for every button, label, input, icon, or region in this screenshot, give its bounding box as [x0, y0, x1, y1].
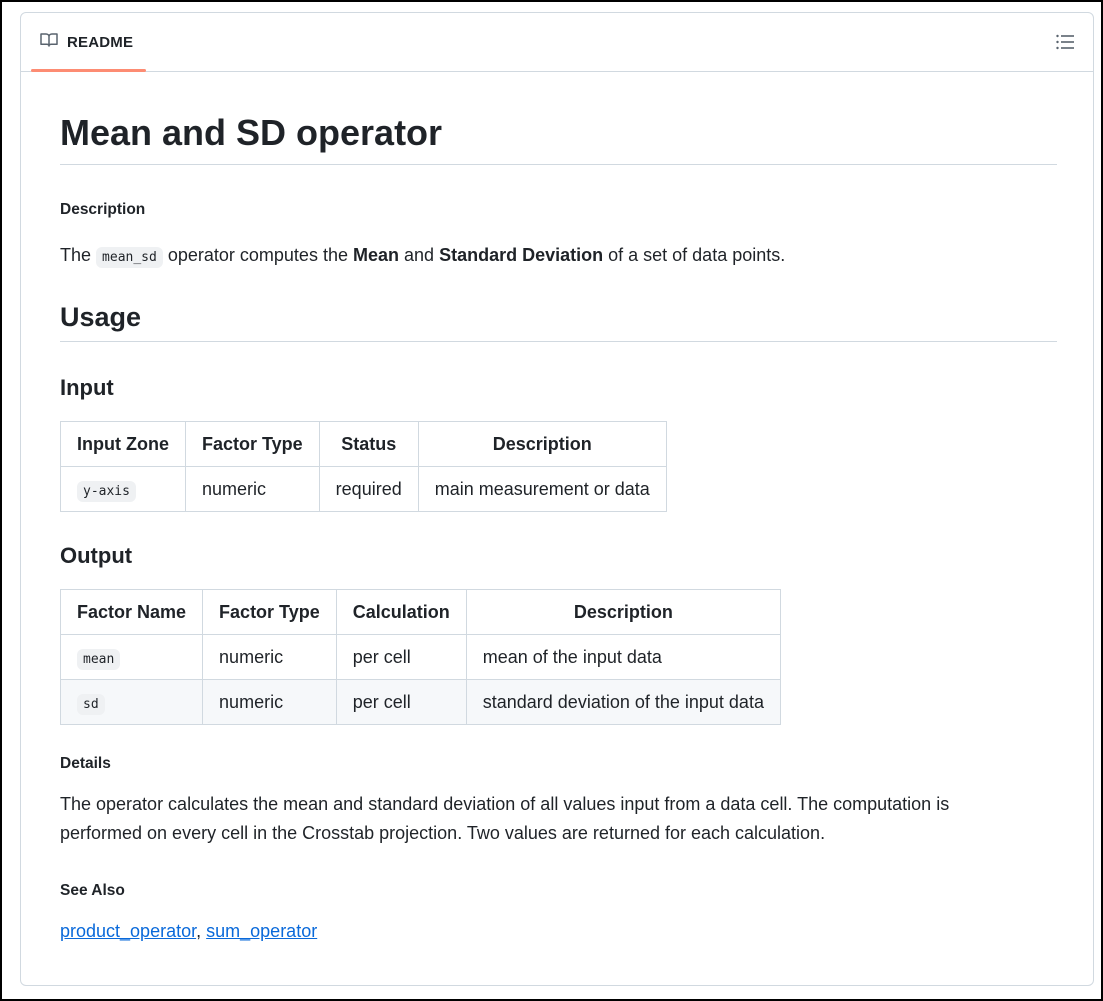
table-cell: numeric: [184, 466, 320, 512]
usage-heading: Usage: [60, 301, 1057, 343]
input-table-header-row: Input Zone Factor Type Status Descriptio…: [60, 421, 667, 467]
table-row: y-axis numeric required main measurement…: [60, 466, 667, 512]
table-cell: required: [318, 466, 419, 512]
column-header: Calculation: [335, 589, 467, 635]
table-cell: numeric: [202, 679, 337, 725]
table-cell: mean of the input data: [465, 634, 781, 680]
inline-code: mean: [77, 648, 121, 670]
input-heading: Input: [60, 375, 114, 400]
readme-header: README: [21, 13, 1093, 72]
column-header: Factor Type: [184, 421, 320, 467]
column-header: Status: [318, 421, 419, 467]
table-cell: per cell: [335, 679, 467, 725]
window-frame: README Mean and SD operator Description …: [2, 2, 1101, 999]
table-cell: sd: [59, 679, 204, 725]
readme-card: README Mean and SD operator Description …: [20, 12, 1094, 986]
book-icon: [40, 32, 58, 53]
inline-code: y-axis: [77, 480, 136, 502]
table-row: sd numeric per cell standard deviation o…: [59, 679, 781, 725]
link-product-operator[interactable]: product_operator: [60, 921, 196, 941]
see-also-heading: See Also: [60, 882, 125, 899]
table-cell: per cell: [335, 634, 467, 680]
desc-prefix: The: [60, 245, 92, 265]
link-separator: ,: [196, 921, 202, 941]
readme-content: Mean and SD operator Description The mea…: [59, 71, 1057, 941]
inline-code-mean-sd: mean_sd: [96, 247, 163, 268]
tab-readme-label: README: [67, 33, 134, 51]
input-table: Input Zone Factor Type Status Descriptio…: [60, 421, 667, 512]
table-cell: main measurement or data: [417, 466, 667, 512]
table-of-contents-button[interactable]: [1055, 32, 1075, 52]
desc-bold-mean: Mean: [352, 245, 399, 265]
table-cell: mean: [59, 634, 204, 680]
table-cell: standard deviation of the input data: [465, 679, 781, 725]
column-header: Description: [417, 421, 667, 467]
desc-suffix: of a set of data points.: [608, 245, 786, 265]
description-text: The mean_sd operator computes the Mean a…: [60, 241, 785, 272]
desc-bold-sd: Standard Deviation: [439, 245, 604, 265]
details-heading: Details: [60, 755, 111, 772]
description-heading: Description: [60, 201, 146, 218]
column-header: Factor Type: [202, 589, 337, 635]
table-row: mean numeric per cell mean of the input …: [59, 634, 781, 680]
see-also-links: product_operator, sum_operator: [60, 917, 317, 946]
link-sum-operator[interactable]: sum_operator: [206, 921, 317, 941]
output-heading: Output: [60, 543, 133, 568]
table-cell: y-axis: [60, 466, 186, 512]
page-title: Mean and SD operator: [60, 71, 1057, 166]
output-table: Factor Name Factor Type Calculation Desc…: [59, 589, 781, 725]
desc-middle1: operator computes the: [167, 245, 348, 265]
details-text: The operator calculates the mean and sta…: [60, 794, 950, 843]
desc-middle2: and: [404, 245, 435, 265]
table-cell: numeric: [202, 634, 337, 680]
column-header: Factor Name: [59, 589, 204, 635]
list-unordered-icon: [1055, 34, 1075, 56]
output-table-header-row: Factor Name Factor Type Calculation Desc…: [59, 589, 781, 635]
column-header: Description: [465, 589, 781, 635]
tab-readme[interactable]: README: [31, 13, 146, 72]
column-header: Input Zone: [60, 421, 186, 467]
inline-code: sd: [77, 693, 105, 715]
